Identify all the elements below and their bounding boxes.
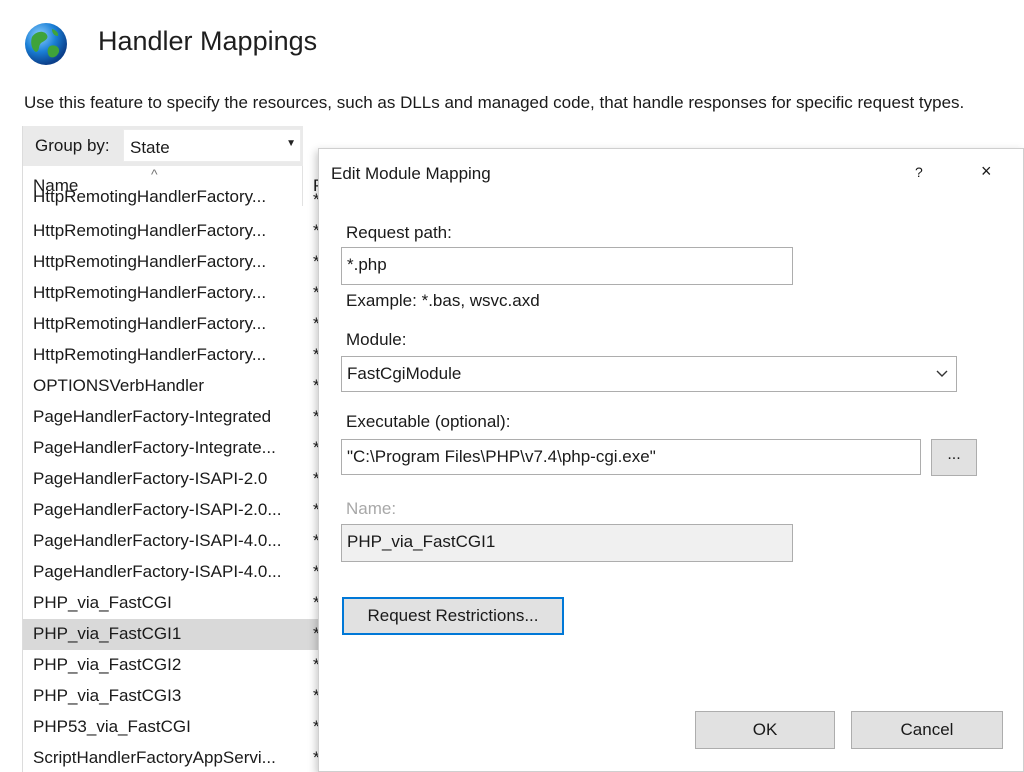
request-path-value: *.php bbox=[347, 255, 387, 274]
row-name: PHP_via_FastCGI2 bbox=[33, 655, 182, 674]
row-name: ScriptHandlerFactoryAppServi... bbox=[33, 748, 276, 767]
row-name: PHP_via_FastCGI1 bbox=[33, 624, 182, 643]
name-input[interactable]: PHP_via_FastCGI1 bbox=[341, 524, 793, 562]
executable-value: "C:\Program Files\PHP\v7.4\php-cgi.exe" bbox=[347, 447, 656, 466]
request-path-input[interactable]: *.php bbox=[341, 247, 793, 285]
table-row[interactable]: PHP_via_FastCGI3 * bbox=[23, 681, 327, 712]
table-row[interactable]: HttpRemotingHandlerFactory... * bbox=[23, 216, 327, 247]
page-title: Handler Mappings bbox=[98, 26, 318, 56]
executable-input[interactable]: "C:\Program Files\PHP\v7.4\php-cgi.exe" bbox=[341, 439, 921, 475]
module-value: FastCgiModule bbox=[347, 364, 462, 383]
table-row[interactable]: HttpRemotingHandlerFactory... * bbox=[23, 247, 327, 278]
group-by-bar: Group by: State ▼ bbox=[23, 126, 303, 166]
browse-button[interactable]: ... bbox=[931, 439, 977, 476]
request-path-label: Request path: bbox=[346, 223, 452, 242]
request-restrictions-button[interactable]: Request Restrictions... bbox=[342, 597, 564, 635]
close-icon[interactable]: × bbox=[981, 161, 992, 182]
row-name: PageHandlerFactory-Integrate... bbox=[33, 438, 276, 457]
row-name: HttpRemotingHandlerFactory... bbox=[33, 187, 267, 206]
edit-module-mapping-dialog: Edit Module Mapping ? × Request path: *.… bbox=[318, 148, 1024, 772]
table-row[interactable]: HttpRemotingHandlerFactory... * bbox=[23, 340, 327, 371]
row-name: PHP_via_FastCGI bbox=[33, 593, 172, 612]
group-by-label: Group by: bbox=[35, 136, 110, 155]
ok-button[interactable]: OK bbox=[695, 711, 835, 749]
chevron-down-icon bbox=[936, 370, 948, 377]
handler-rows: HttpRemotingHandlerFactory... * HttpRemoti… bbox=[23, 187, 327, 772]
table-row[interactable]: PageHandlerFactory-Integrated * bbox=[23, 402, 327, 433]
request-path-example: Example: *.bas, wsvc.axd bbox=[346, 291, 540, 310]
table-row[interactable]: PageHandlerFactory-ISAPI-2.0 * bbox=[23, 464, 327, 495]
table-row[interactable]: PageHandlerFactory-ISAPI-2.0... * bbox=[23, 495, 327, 526]
module-select[interactable]: FastCgiModule bbox=[341, 356, 957, 392]
table-row[interactable]: PageHandlerFactory-Integrate... * bbox=[23, 433, 327, 464]
row-name: PageHandlerFactory-ISAPI-4.0... bbox=[33, 531, 282, 550]
group-by-value: State bbox=[130, 138, 170, 157]
row-name: PageHandlerFactory-ISAPI-4.0... bbox=[33, 562, 282, 581]
help-icon[interactable]: ? bbox=[915, 164, 923, 180]
cancel-button[interactable]: Cancel bbox=[851, 711, 1003, 749]
row-name: PageHandlerFactory-ISAPI-2.0... bbox=[33, 500, 282, 519]
table-row[interactable]: HttpRemotingHandlerFactory... * bbox=[23, 278, 327, 309]
row-name: PHP_via_FastCGI3 bbox=[33, 686, 182, 705]
table-row[interactable]: ScriptHandlerFactoryAppServi... * bbox=[23, 743, 327, 772]
row-name: HttpRemotingHandlerFactory... bbox=[33, 221, 267, 240]
row-name: HttpRemotingHandlerFactory... bbox=[33, 345, 267, 364]
row-name: OPTIONSVerbHandler bbox=[33, 376, 205, 395]
name-value: PHP_via_FastCGI1 bbox=[347, 532, 496, 551]
row-name: HttpRemotingHandlerFactory... bbox=[33, 314, 267, 333]
row-name: HttpRemotingHandlerFactory... bbox=[33, 252, 267, 271]
row-name: PageHandlerFactory-ISAPI-2.0 bbox=[33, 469, 268, 488]
table-row[interactable]: PHP_via_FastCGI * bbox=[23, 588, 327, 619]
dropdown-arrow-icon: ▼ bbox=[286, 138, 296, 149]
group-by-dropdown[interactable]: State ▼ bbox=[123, 129, 301, 162]
page-description: Use this feature to specify the resource… bbox=[24, 93, 965, 112]
name-label: Name: bbox=[346, 499, 397, 518]
row-name: PHP53_via_FastCGI bbox=[33, 717, 191, 736]
module-label: Module: bbox=[346, 330, 407, 349]
table-row[interactable]: PageHandlerFactory-ISAPI-4.0... * bbox=[23, 557, 327, 588]
table-row[interactable]: HttpRemotingHandlerFactory... * bbox=[23, 309, 327, 340]
table-row[interactable]: OPTIONSVerbHandler * bbox=[23, 371, 327, 402]
table-row[interactable]: PHP_via_FastCGI2 * bbox=[23, 650, 327, 681]
executable-label: Executable (optional): bbox=[346, 412, 511, 431]
globe-icon bbox=[25, 23, 67, 65]
row-name: HttpRemotingHandlerFactory... bbox=[33, 283, 267, 302]
row-name: PageHandlerFactory-Integrated bbox=[33, 407, 272, 426]
sort-ascending-icon: ^ bbox=[151, 166, 158, 182]
table-row[interactable]: PHP_via_FastCGI1 * bbox=[23, 619, 327, 650]
table-row[interactable]: HttpRemotingHandlerFactory... * bbox=[23, 185, 327, 216]
table-row[interactable]: PageHandlerFactory-ISAPI-4.0... * bbox=[23, 526, 327, 557]
dialog-title: Edit Module Mapping bbox=[331, 164, 491, 183]
table-row[interactable]: PHP53_via_FastCGI * bbox=[23, 712, 327, 743]
handler-list-panel: Group by: State ▼ Name ^ P HttpRemotingH… bbox=[22, 126, 327, 772]
